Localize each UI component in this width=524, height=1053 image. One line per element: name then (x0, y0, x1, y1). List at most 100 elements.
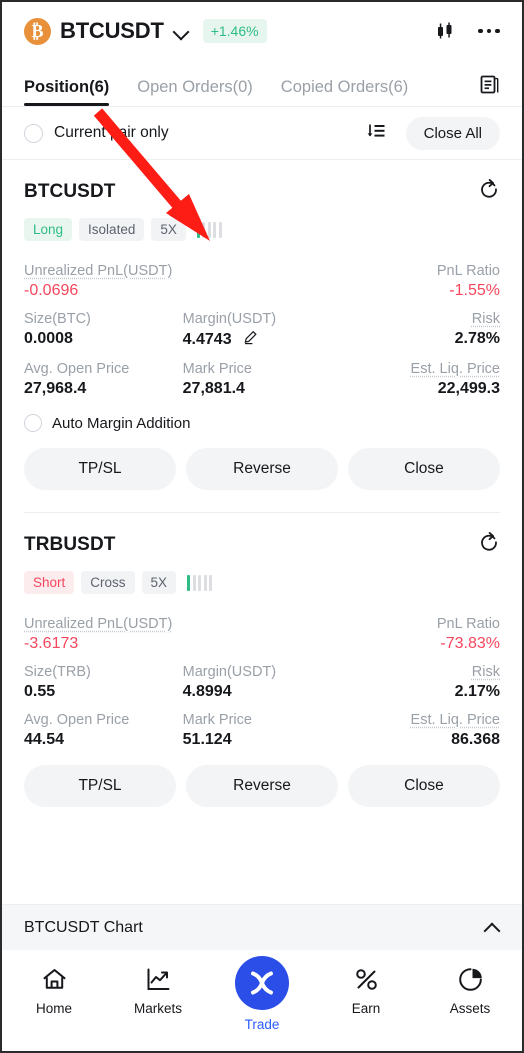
edit-pencil-icon[interactable] (243, 330, 258, 350)
chart-strip-title: BTCUSDT Chart (24, 918, 143, 936)
position-card: TRBUSDT Short Cross 5X Unrealized PnL(US… (2, 513, 522, 807)
page-title: BTCUSDT (60, 18, 164, 43)
position-header: BTCUSDT (24, 178, 500, 205)
position-side-tag: Long (24, 218, 73, 241)
tab-copied-orders[interactable]: Copied Orders(6) (281, 78, 408, 106)
est-liq-price-value: 22,499.3 (437, 380, 500, 397)
lev-bar (203, 574, 207, 591)
current-pair-only-label: Current pair only (54, 124, 169, 141)
position-actions: TP/SL Reverse Close (24, 765, 500, 807)
margin-value: 4.4743 (182, 331, 232, 348)
leverage-bars-indicator (196, 221, 222, 238)
nav-item-assets[interactable]: Assets (418, 964, 522, 1016)
nav-label: Trade (244, 1017, 280, 1032)
lev-bar (207, 221, 211, 238)
avg-open-price-label: Avg. Open Price (24, 361, 130, 377)
reverse-button[interactable]: Reverse (186, 765, 338, 807)
lev-bar (213, 221, 217, 238)
header-bar: ₿ BTCUSDT +1.46% (2, 2, 522, 60)
tab-open-orders[interactable]: Open Orders(0) (137, 78, 253, 106)
trading-app-screen: ₿ BTCUSDT +1.46% Position(6) Open Orders… (0, 0, 524, 1053)
trending-up-chart-icon (145, 964, 172, 994)
tpsl-button[interactable]: TP/SL (24, 448, 176, 490)
nav-item-home[interactable]: Home (2, 964, 106, 1016)
nav-item-markets[interactable]: Markets (106, 964, 210, 1016)
size-label: Size(BTC) (24, 311, 91, 327)
current-pair-only-radio[interactable] (24, 123, 43, 143)
size-value: 0.55 (24, 683, 56, 700)
position-tags: Long Isolated 5X (24, 218, 500, 241)
close-button[interactable]: Close (348, 448, 500, 490)
leverage-tag[interactable]: 5X (141, 571, 177, 594)
auto-margin-label: Auto Margin Addition (52, 414, 191, 432)
nav-label: Home (35, 1001, 72, 1016)
position-actions: TP/SL Reverse Close (24, 448, 500, 490)
chevron-down-icon[interactable] (174, 24, 189, 39)
est-liq-price-label[interactable]: Est. Liq. Price (341, 352, 500, 378)
position-metrics-grid: Unrealized PnL(USDT) PnL Ratio -3.6173 -… (24, 607, 500, 749)
lev-bar (192, 574, 196, 591)
chevron-up-icon[interactable] (484, 920, 500, 936)
lev-bar (218, 221, 222, 238)
lev-bar (198, 574, 202, 591)
nav-label: Earn (351, 1001, 381, 1016)
position-metrics-grid: Unrealized PnL(USDT) PnL Ratio -0.0696 -… (24, 254, 500, 398)
pie-chart-icon (457, 964, 484, 994)
pnl-ratio-label: PnL Ratio (436, 263, 500, 279)
pnl-ratio-label: PnL Ratio (436, 616, 500, 632)
order-history-button[interactable] (479, 74, 500, 106)
leverage-tag[interactable]: 5X (151, 218, 186, 241)
margin-mode-tag[interactable]: Cross (81, 571, 135, 594)
candlestick-chart-icon[interactable] (430, 16, 460, 46)
risk-label[interactable]: Risk (341, 655, 500, 681)
risk-label[interactable]: Risk (341, 302, 500, 328)
more-dots-icon[interactable] (474, 16, 504, 46)
position-card: BTCUSDT Long Isolated 5X Unrealized PnL(… (2, 160, 522, 490)
risk-value: 2.78% (454, 330, 500, 347)
tab-position[interactable]: Position(6) (24, 78, 110, 106)
unrealized-pnl-value: -3.6173 (24, 635, 79, 652)
margin-label: Margin(USDT) (182, 664, 277, 680)
lev-bar (202, 221, 206, 238)
avg-open-price-value: 44.54 (24, 731, 65, 748)
position-header: TRBUSDT (24, 531, 500, 558)
close-button[interactable]: Close (348, 765, 500, 807)
nav-label: Markets (133, 1001, 182, 1016)
lev-bar (209, 574, 213, 591)
auto-margin-row: Auto Margin Addition (24, 414, 500, 432)
tpsl-button[interactable]: TP/SL (24, 765, 176, 807)
bitcoin-coin-icon: ₿ (24, 17, 51, 45)
unrealized-pnl-label[interactable]: Unrealized PnL(USDT) (24, 254, 341, 280)
sort-descending-icon[interactable] (366, 120, 388, 147)
avg-open-price-value: 27,968.4 (24, 380, 87, 397)
leverage-bars-indicator (187, 574, 213, 591)
margin-mode-tag[interactable]: Isolated (79, 218, 145, 241)
unrealized-pnl-value: -0.0696 (24, 282, 79, 299)
percent-icon (353, 964, 380, 994)
est-liq-price-label[interactable]: Est. Liq. Price (341, 703, 500, 729)
document-icon (480, 75, 499, 94)
mark-price-label: Mark Price (182, 712, 252, 728)
avg-open-price-label: Avg. Open Price (24, 712, 130, 728)
nav-item-earn[interactable]: Earn (314, 964, 418, 1016)
chart-collapse-strip[interactable]: BTCUSDT Chart (2, 904, 522, 950)
share-rotate-icon[interactable] (478, 531, 500, 558)
unrealized-pnl-label[interactable]: Unrealized PnL(USDT) (24, 607, 341, 633)
mark-price-label: Mark Price (182, 361, 252, 377)
home-icon (41, 964, 68, 994)
position-symbol: TRBUSDT (24, 533, 116, 555)
bottom-navigation: Home Markets Trade Earn Assets (2, 950, 522, 1051)
auto-margin-radio[interactable] (24, 414, 42, 432)
share-rotate-icon[interactable] (478, 178, 500, 205)
close-all-button[interactable]: Close All (405, 116, 500, 150)
nav-item-trade[interactable]: Trade (210, 956, 314, 1032)
tab-bar: Position(6) Open Orders(0) Copied Orders… (2, 60, 522, 106)
dot (495, 28, 500, 34)
size-label: Size(TRB) (24, 664, 91, 680)
pnl-ratio-value: -73.83% (440, 635, 500, 652)
position-side-tag: Short (24, 571, 75, 594)
risk-value: 2.17% (454, 683, 500, 700)
price-change-badge: +1.46% (202, 19, 267, 43)
reverse-button[interactable]: Reverse (186, 448, 338, 490)
nav-label: Assets (449, 1001, 491, 1016)
